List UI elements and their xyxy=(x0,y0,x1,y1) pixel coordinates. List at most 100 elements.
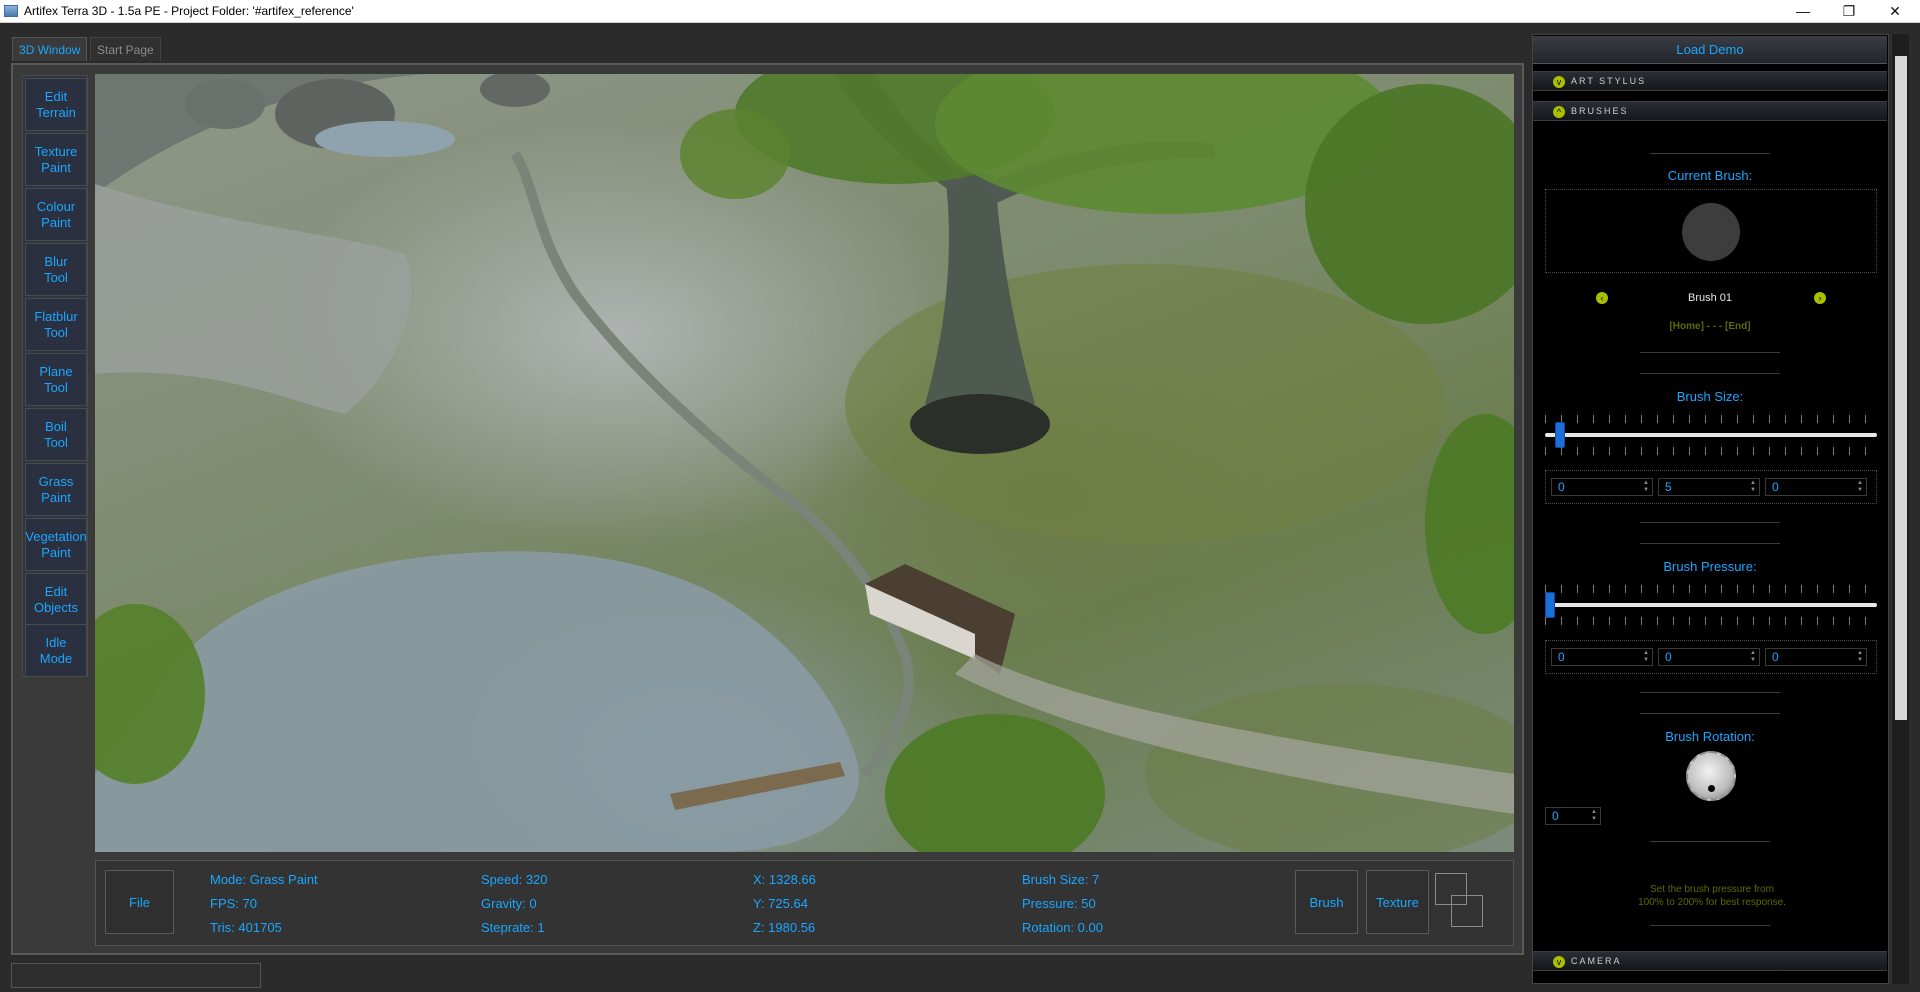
divider xyxy=(1640,692,1780,693)
file-button[interactable]: File xyxy=(105,870,174,934)
bush xyxy=(680,109,790,199)
load-demo-button[interactable]: Load Demo xyxy=(1533,36,1887,64)
brush-size-current-input[interactable]: 5 ▲ ▼ xyxy=(1658,478,1760,496)
brush-button[interactable]: Brush xyxy=(1295,870,1358,934)
spin-arrows-icon[interactable]: ▲ ▼ xyxy=(1643,480,1649,494)
section-camera-label: CAMERA xyxy=(1571,956,1622,966)
boulder xyxy=(480,74,550,107)
tool-idle-mode[interactable]: Idle Mode xyxy=(25,624,87,677)
next-brush-icon[interactable]: › xyxy=(1814,292,1826,304)
window-title: Artifex Terra 3D - 1.5a PE - Project Fol… xyxy=(24,4,354,18)
fps-readout: FPS: 70 xyxy=(210,896,257,911)
divider xyxy=(1650,841,1770,842)
rotation-dial-marker xyxy=(1708,785,1715,792)
3d-viewport[interactable] xyxy=(95,74,1514,852)
texture-button[interactable]: Texture xyxy=(1366,870,1429,934)
tool-vegetation-paint[interactable]: Vegetation Paint xyxy=(25,518,87,571)
brush-size-slider-handle[interactable] xyxy=(1554,422,1565,448)
rotation-dial[interactable] xyxy=(1686,751,1736,801)
divider xyxy=(1650,153,1770,154)
tab-3d-window[interactable]: 3D Window xyxy=(12,37,88,61)
tool-blur[interactable]: Blur Tool xyxy=(25,243,87,296)
brush-size-ticks xyxy=(1545,415,1877,423)
brush-size-max-value: 0 xyxy=(1772,480,1779,494)
brush-size-slider[interactable] xyxy=(1545,433,1877,437)
rotation-readout: Rotation: 0.00 xyxy=(1022,920,1103,935)
tool-grass-paint[interactable]: Grass Paint xyxy=(25,463,87,516)
gravity-readout: Gravity: 0 xyxy=(481,896,537,911)
close-button[interactable]: ✕ xyxy=(1872,0,1918,22)
y-coordinate-readout: Y: 725.64 xyxy=(753,896,808,911)
brush-size-min-value: 0 xyxy=(1558,480,1565,494)
brush-pressure-label: Brush Pressure: xyxy=(1663,559,1757,574)
tool-plane[interactable]: Plane Tool xyxy=(25,353,87,406)
panel-scrollbar[interactable] xyxy=(1891,34,1909,984)
lake xyxy=(95,551,859,852)
mode-readout: Mode: Grass Paint xyxy=(210,872,318,887)
brush-size-max-input[interactable]: 0 ▲ ▼ xyxy=(1765,478,1867,496)
divider xyxy=(1640,543,1780,544)
spin-arrows-icon[interactable]: ▲ ▼ xyxy=(1750,650,1756,664)
current-brush-label: Current Brush: xyxy=(1667,168,1753,183)
brush-size-ticks xyxy=(1545,447,1877,455)
spin-arrows-icon[interactable]: ▲ ▼ xyxy=(1591,809,1597,823)
tool-column: Edit Terrain Texture Paint Colour Paint … xyxy=(22,75,88,677)
boulder xyxy=(185,79,265,129)
brush-pressure-min-input[interactable]: 0 ▲ ▼ xyxy=(1551,648,1653,666)
tool-edit-objects[interactable]: Edit Objects xyxy=(25,573,87,626)
section-art-stylus-label: ART STYLUS xyxy=(1571,76,1647,86)
z-coordinate-readout: Z: 1980.56 xyxy=(753,920,816,935)
brush-size-min-input[interactable]: 0 ▲ ▼ xyxy=(1551,478,1653,496)
brush-size-current-value: 5 xyxy=(1665,480,1672,494)
tool-colour-paint[interactable]: Colour Paint xyxy=(25,188,87,241)
bush xyxy=(1425,414,1514,634)
terrain-scene xyxy=(95,74,1514,852)
section-brushes-label: BRUSHES xyxy=(1571,106,1629,116)
chevron-up-icon: ^ xyxy=(1553,106,1565,118)
divider xyxy=(1640,352,1780,353)
x-coordinate-readout: X: 1328.66 xyxy=(753,872,816,887)
spin-arrows-icon[interactable]: ▲ ▼ xyxy=(1643,650,1649,664)
tris-readout: Tris: 401705 xyxy=(210,920,282,935)
section-brushes[interactable]: ^ BRUSHES xyxy=(1533,101,1887,121)
brush-size-label: Brush Size: xyxy=(1676,389,1744,404)
tool-flatblur[interactable]: Flatblur Tool xyxy=(25,298,87,351)
divider xyxy=(1640,373,1780,374)
tab-start-page[interactable]: Start Page xyxy=(90,37,161,61)
brush-pressure-current-input[interactable]: 0 ▲ ▼ xyxy=(1658,648,1760,666)
steprate-readout: Steprate: 1 xyxy=(481,920,545,935)
brush-pressure-slider[interactable] xyxy=(1545,603,1877,607)
terrain-ridge xyxy=(95,184,412,414)
brush-shape-preview xyxy=(1682,203,1740,261)
spin-arrows-icon[interactable]: ▲ ▼ xyxy=(1857,650,1863,664)
home-end-hint: [Home] - - - [End] xyxy=(1669,321,1751,332)
spin-arrows-icon[interactable]: ▲ ▼ xyxy=(1750,480,1756,494)
console-input[interactable] xyxy=(11,963,261,988)
brush-pressure-max-value: 0 xyxy=(1772,650,1779,664)
tool-edit-terrain[interactable]: Edit Terrain xyxy=(25,78,87,131)
brush-pressure-min-value: 0 xyxy=(1558,650,1565,664)
restore-button[interactable]: ❐ xyxy=(1826,0,1872,22)
pressure-readout: Pressure: 50 xyxy=(1022,896,1096,911)
tree-base xyxy=(910,394,1050,454)
bush xyxy=(885,714,1105,852)
minimize-button[interactable]: — xyxy=(1780,0,1826,22)
tool-boil[interactable]: Boil Tool xyxy=(25,408,87,461)
chevron-down-icon: v xyxy=(1553,956,1565,968)
layers-icon-front xyxy=(1451,895,1483,927)
brush-rotation-input[interactable]: 0 ▲ ▼ xyxy=(1545,807,1601,825)
brush-pressure-slider-handle[interactable] xyxy=(1545,592,1555,618)
pressure-hint: Set the brush pressure from 100% to 200%… xyxy=(1638,884,1786,908)
panel-scrollbar-thumb[interactable] xyxy=(1895,56,1907,720)
divider xyxy=(1640,713,1780,714)
app-window: Artifex Terra 3D - 1.5a PE - Project Fol… xyxy=(0,0,1920,992)
layers-icon[interactable] xyxy=(1435,873,1489,933)
brush-rotation-label: Brush Rotation: xyxy=(1665,729,1755,744)
section-camera[interactable]: v CAMERA xyxy=(1533,951,1887,971)
brush-pressure-max-input[interactable]: 0 ▲ ▼ xyxy=(1765,648,1867,666)
section-art-stylus[interactable]: v ART STYLUS xyxy=(1533,71,1887,91)
tool-texture-paint[interactable]: Texture Paint xyxy=(25,133,87,186)
brush-name: Brush 01 xyxy=(1687,292,1733,304)
spin-arrows-icon[interactable]: ▲ ▼ xyxy=(1857,480,1863,494)
brush-rotation-value: 0 xyxy=(1552,809,1559,823)
